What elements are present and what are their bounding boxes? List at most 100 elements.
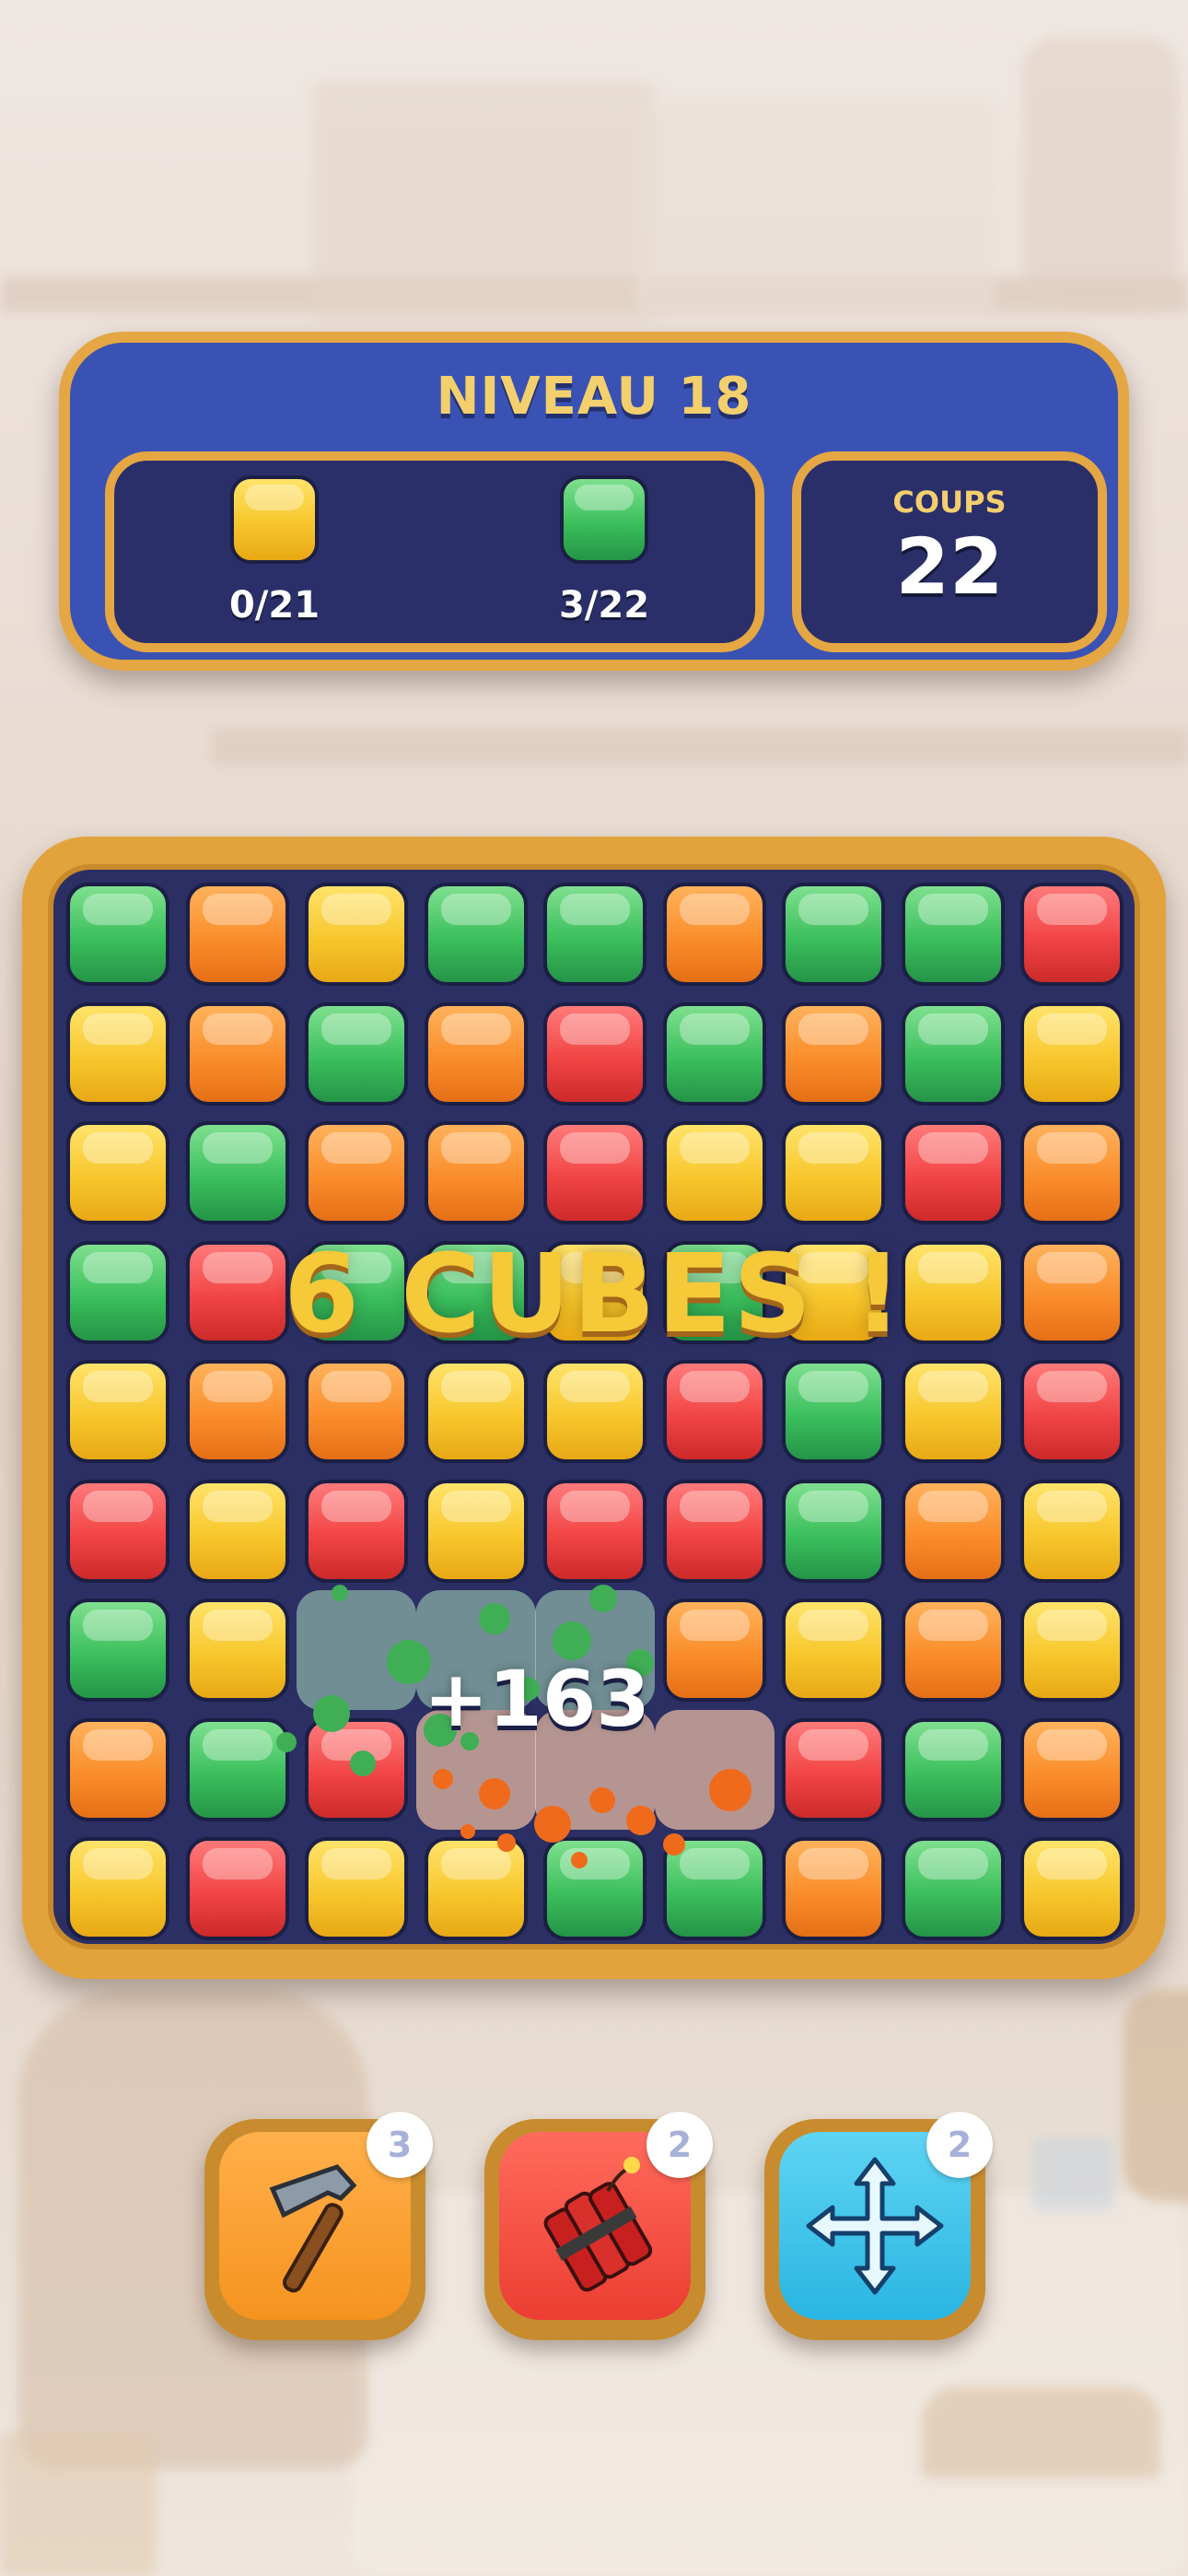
moves-panel: COUPS 22 (792, 451, 1107, 652)
cube-red[interactable] (543, 1001, 646, 1106)
particle (589, 1585, 617, 1612)
background-jar (1022, 37, 1179, 304)
cube-orange[interactable] (305, 1121, 408, 1224)
cube-red[interactable] (1020, 883, 1124, 986)
cube-red[interactable] (543, 1121, 646, 1224)
cube-yellow[interactable] (901, 1360, 1005, 1463)
cube-yellow[interactable] (66, 1837, 169, 1940)
move-booster-button[interactable]: 2 (764, 2112, 993, 2340)
cube-yellow[interactable] (1020, 1001, 1124, 1106)
particle (433, 1769, 453, 1789)
cube-green[interactable] (543, 883, 646, 986)
particle (709, 1769, 751, 1811)
cube-yellow[interactable] (66, 1001, 169, 1106)
particle (663, 1833, 685, 1856)
particle (479, 1778, 510, 1809)
cube-red[interactable] (1020, 1360, 1124, 1463)
cube-yellow[interactable] (543, 1360, 646, 1463)
cube-green[interactable] (66, 883, 169, 986)
cube-yellow[interactable] (1020, 1837, 1124, 1940)
cube-green[interactable] (185, 1717, 289, 1821)
cube-orange[interactable] (185, 1360, 289, 1463)
goal-green: 3/22 (530, 475, 678, 626)
booster-count-badge: 2 (646, 2112, 713, 2178)
goals-panel: 0/21 3/22 (105, 451, 764, 652)
cube-green[interactable] (782, 1360, 885, 1463)
cube-red[interactable] (782, 1717, 885, 1821)
background-box (635, 101, 995, 313)
cube-red[interactable] (66, 1479, 169, 1583)
cube-yellow[interactable] (782, 1598, 885, 1702)
cube-yellow[interactable] (424, 1479, 528, 1583)
cube-green[interactable] (185, 1121, 289, 1224)
cube-red[interactable] (662, 1479, 766, 1583)
background-shelf (212, 728, 1188, 765)
cube-red[interactable] (305, 1479, 408, 1583)
goal-yellow: 0/21 (201, 475, 348, 626)
background-box (313, 83, 654, 322)
score-popup: +163 (424, 1654, 650, 1744)
goal-progress: 0/21 (228, 584, 320, 626)
cube-green[interactable] (662, 1001, 766, 1106)
booster-count-badge: 2 (926, 2112, 993, 2178)
cube-yellow[interactable] (305, 883, 408, 986)
cube-orange[interactable] (424, 1121, 528, 1224)
particle (350, 1751, 376, 1776)
cube-orange[interactable] (424, 1001, 528, 1106)
hammer-booster-button[interactable]: 3 (204, 2112, 433, 2340)
cube-orange[interactable] (66, 1717, 169, 1821)
cube-orange[interactable] (782, 1001, 885, 1106)
cube-yellow[interactable] (782, 1121, 885, 1224)
cube-orange[interactable] (1020, 1121, 1124, 1224)
particle (626, 1806, 656, 1835)
cube-orange[interactable] (662, 883, 766, 986)
particle (460, 1824, 475, 1839)
cube-green[interactable] (782, 1479, 885, 1583)
cube-yellow[interactable] (185, 1598, 289, 1702)
dynamite-booster-button[interactable]: 2 (484, 2112, 713, 2340)
cube-green[interactable] (901, 883, 1005, 986)
cube-orange[interactable] (185, 883, 289, 986)
cube-orange[interactable] (1020, 1717, 1124, 1821)
cube-orange[interactable] (185, 1001, 289, 1106)
goal-progress: 3/22 (558, 584, 650, 626)
cube-orange[interactable] (901, 1479, 1005, 1583)
particle (589, 1787, 615, 1813)
cube-yellow[interactable] (1020, 1479, 1124, 1583)
background-block (921, 2386, 1160, 2478)
cube-green[interactable] (305, 1001, 408, 1106)
cube-yellow[interactable] (185, 1479, 289, 1583)
particle (571, 1852, 588, 1868)
cube-red[interactable] (543, 1479, 646, 1583)
cube-yellow[interactable] (66, 1360, 169, 1463)
cube-yellow[interactable] (66, 1121, 169, 1224)
cube-orange[interactable] (305, 1360, 408, 1463)
cube-green[interactable] (782, 883, 885, 986)
cube-green[interactable] (66, 1598, 169, 1702)
cube-yellow[interactable] (662, 1121, 766, 1224)
particle (534, 1806, 571, 1843)
cube-orange[interactable] (901, 1598, 1005, 1702)
cube-red[interactable] (185, 1837, 289, 1940)
particle (276, 1732, 297, 1752)
cube-yellow[interactable] (305, 1837, 408, 1940)
cube-red[interactable] (662, 1360, 766, 1463)
cube-yellow[interactable] (1020, 1598, 1124, 1702)
cube-green[interactable] (901, 1001, 1005, 1106)
moves-counter: 22 (895, 521, 1004, 612)
cube-orange[interactable] (782, 1837, 885, 1940)
cube-orange[interactable] (662, 1598, 766, 1702)
cube-red[interactable] (901, 1121, 1005, 1224)
cube-green[interactable] (543, 1837, 646, 1940)
particle (479, 1603, 510, 1634)
moves-label: COUPS (892, 485, 1007, 520)
cleared-cube-ghost (654, 1709, 775, 1830)
background-toy-cube (1031, 2137, 1114, 2211)
cube-yellow[interactable] (424, 1837, 528, 1940)
cube-green[interactable] (901, 1717, 1005, 1821)
cube-green[interactable] (901, 1837, 1005, 1940)
cube-green[interactable] (424, 883, 528, 986)
yellow-cube-icon (230, 475, 319, 564)
level-title: NIVEAU 18 (436, 367, 752, 427)
cube-yellow[interactable] (424, 1360, 528, 1463)
